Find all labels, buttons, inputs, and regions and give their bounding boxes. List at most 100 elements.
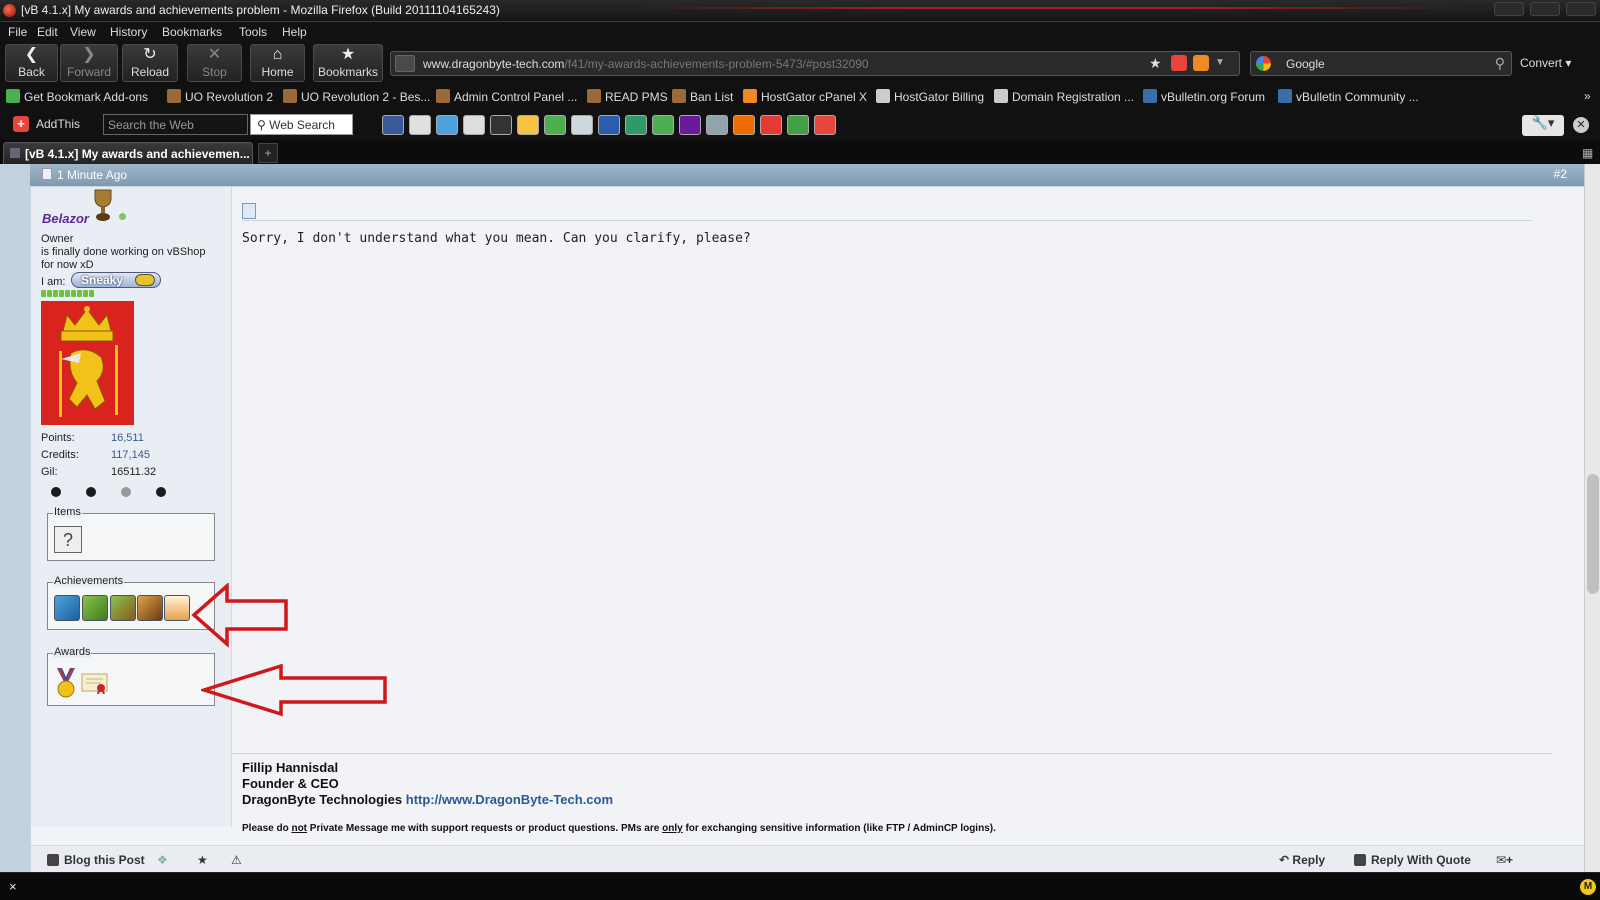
bookmarks-overflow-icon[interactable]: » (1584, 89, 1591, 103)
search-box[interactable]: Google ⚲ (1250, 51, 1512, 76)
bookmark-item[interactable]: Domain Registration ... (994, 89, 1134, 104)
certificate-icon[interactable] (81, 672, 108, 694)
dot-icon[interactable] (51, 487, 61, 497)
reply-with-quote-button[interactable]: Reply With Quote (1354, 853, 1471, 867)
share-service-icon[interactable] (760, 115, 782, 135)
achievement-icon[interactable] (164, 595, 190, 621)
share-service-icon[interactable] (517, 115, 539, 135)
bookmark-item[interactable]: Ban List (672, 89, 733, 104)
wrench-menu-button[interactable]: 🔧▾ (1522, 115, 1564, 136)
share-service-icon[interactable] (463, 115, 485, 135)
web-search-button[interactable]: ⚲ Web Search (250, 114, 353, 135)
addon-status-icon[interactable]: M (1580, 879, 1596, 895)
reload-button[interactable]: ↻ Reload (122, 44, 178, 82)
page-scrollbar[interactable] (1584, 164, 1600, 872)
medal-icon[interactable] (55, 668, 77, 698)
maximize-button[interactable] (1530, 2, 1560, 16)
menu-file[interactable]: File (8, 25, 27, 39)
post-number-link[interactable]: #2 (1554, 167, 1567, 181)
post-body: Belazor Owner is finally done working on… (30, 186, 1586, 872)
star-rate-icon[interactable]: ★ (197, 853, 208, 867)
dot-icon[interactable] (156, 487, 166, 497)
achievement-icon[interactable] (82, 595, 108, 621)
forward-button[interactable]: ❯ Forward (60, 44, 118, 82)
menu-view[interactable]: View (70, 25, 96, 39)
addthis-url-icon[interactable] (1171, 55, 1187, 71)
dot-icon[interactable] (86, 487, 96, 497)
tab-grid-icon[interactable]: ▦ (1582, 146, 1593, 160)
multi-quote-icon[interactable]: ✉+ (1496, 853, 1513, 867)
bookmark-item[interactable]: UO Revolution 2 - Bes... (283, 89, 430, 104)
reply-button[interactable]: ↶ Reply (1279, 853, 1325, 867)
forward-label: Forward (66, 65, 111, 79)
dot-icon[interactable] (121, 487, 131, 497)
share-service-icon[interactable] (571, 115, 593, 135)
url-text[interactable]: www.dragonbyte-tech.com/f41/my-awards-ac… (423, 57, 869, 71)
achievement-icon[interactable] (54, 595, 80, 621)
username-link[interactable]: Belazor (42, 211, 89, 226)
menu-tools[interactable]: Tools (239, 25, 267, 39)
share-service-icon[interactable] (544, 115, 566, 135)
new-tab-button[interactable]: + (258, 143, 278, 163)
bookmark-item[interactable]: vBulletin.org Forum (1143, 89, 1265, 104)
close-addon-bar-icon[interactable]: × (9, 879, 17, 894)
address-bar[interactable]: www.dragonbyte-tech.com/f41/my-awards-ac… (390, 51, 1240, 76)
menu-history[interactable]: History (110, 25, 147, 39)
unknown-item-icon[interactable]: ? (54, 526, 82, 553)
achievement-icon[interactable] (137, 595, 163, 621)
avatar[interactable] (41, 301, 134, 425)
home-button[interactable]: ⌂ Home (250, 44, 305, 82)
bookmark-item[interactable]: HostGator cPanel X (743, 89, 867, 104)
share-service-icon[interactable] (733, 115, 755, 135)
rss-icon[interactable] (1193, 55, 1209, 71)
bookmark-item[interactable]: HostGator Billing (876, 89, 984, 104)
stop-button[interactable]: ✕ Stop (187, 44, 242, 82)
menu-bookmarks[interactable]: Bookmarks (162, 25, 222, 39)
achievement-icon[interactable] (110, 595, 136, 621)
share-service-icon[interactable] (814, 115, 836, 135)
signature-role: Founder & CEO (242, 776, 339, 791)
share-service-icon[interactable] (679, 115, 701, 135)
bookmark-item[interactable]: Get Bookmark Add-ons (6, 89, 148, 104)
minimize-button[interactable] (1494, 2, 1524, 16)
share-service-icon[interactable] (490, 115, 512, 135)
bookmark-label: vBulletin Community ... (1296, 90, 1419, 104)
bookmarks-button[interactable]: ★ Bookmarks (313, 44, 383, 82)
share-service-icon[interactable] (382, 115, 404, 135)
convert-button[interactable]: Convert ▾ (1520, 56, 1571, 70)
share-service-icon[interactable] (625, 115, 647, 135)
history-dropdown-icon[interactable]: ▼ (1215, 55, 1231, 71)
magnifier-icon[interactable]: ⚲ (1495, 55, 1505, 72)
points-value[interactable]: 16,511 (111, 432, 144, 444)
tag-icon[interactable]: ❖ (157, 853, 168, 867)
search-engine-text[interactable]: Google (1286, 57, 1325, 71)
menu-edit[interactable]: Edit (37, 25, 58, 39)
google-icon[interactable] (1256, 56, 1271, 71)
share-service-icon[interactable] (436, 115, 458, 135)
report-warning-icon[interactable]: ⚠ (231, 853, 242, 867)
web-search-input[interactable]: Search the Web (103, 114, 248, 135)
status-bar: × M (0, 872, 1600, 900)
tab-active[interactable]: [vB 4.1.x] My awards and achievemen... (3, 142, 253, 164)
addthis-icon[interactable]: + (13, 116, 29, 132)
menu-help[interactable]: Help (282, 25, 307, 39)
bookmark-item[interactable]: vBulletin Community ... (1278, 89, 1419, 104)
scrollbar-thumb[interactable] (1587, 474, 1599, 594)
credits-value[interactable]: 117,145 (111, 449, 150, 461)
site-identity-icon[interactable] (395, 55, 415, 72)
share-service-icon[interactable] (652, 115, 674, 135)
signature-link[interactable]: http://www.DragonByte-Tech.com (406, 792, 613, 807)
bookmark-item[interactable]: UO Revolution 2 (167, 89, 273, 104)
close-toolbar-icon[interactable]: ✕ (1573, 117, 1589, 133)
blog-this-post-button[interactable]: Blog this Post (47, 853, 145, 867)
share-service-icon[interactable] (598, 115, 620, 135)
bookmark-item[interactable]: Admin Control Panel ... (436, 89, 577, 104)
bookmark-star-icon[interactable]: ★ (1149, 55, 1165, 71)
back-button[interactable]: ❮ Back (5, 44, 58, 82)
share-service-icon[interactable] (409, 115, 431, 135)
share-service-icon[interactable] (787, 115, 809, 135)
bookmark-item[interactable]: READ PMS (587, 89, 668, 104)
share-service-icon[interactable] (706, 115, 728, 135)
close-window-button[interactable] (1566, 2, 1596, 16)
addthis-label[interactable]: AddThis (36, 117, 80, 131)
